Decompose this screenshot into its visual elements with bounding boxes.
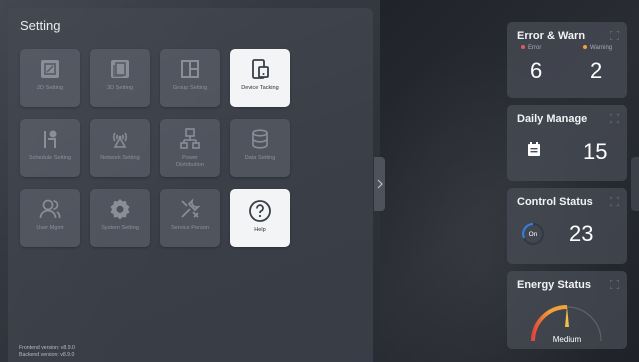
gear-icon: [110, 199, 130, 220]
warning-dot: [583, 45, 587, 50]
warning-label: Warning: [590, 45, 613, 51]
tile-group-setting[interactable]: Group Setting: [160, 49, 220, 107]
card-daily-manage[interactable]: Daily Manage 15: [507, 105, 627, 181]
calendar-icon: [528, 142, 540, 156]
card-title: Energy Status: [517, 279, 591, 291]
card-error-warn[interactable]: Error & Warn Error Warning 6 2: [507, 22, 627, 98]
2d-setting-icon: [41, 60, 59, 78]
settings-panel: Setting 2D Setting 3D Setting Group Sett…: [8, 8, 373, 362]
tile-3d-setting[interactable]: 3D Setting: [90, 49, 150, 107]
card-control-status[interactable]: Control Status On 23: [507, 188, 627, 264]
error-label: Error: [528, 45, 542, 51]
expand-icon[interactable]: [610, 280, 619, 289]
tile-help[interactable]: Help: [230, 189, 290, 247]
tile-label: Service Person: [171, 225, 209, 231]
panel-title: Setting: [20, 18, 61, 33]
on-label: On: [528, 231, 538, 238]
error-count: 6: [530, 58, 543, 83]
card-energy-status[interactable]: Energy Status Medium: [507, 271, 627, 349]
collapse-handle-right[interactable]: [631, 157, 639, 211]
tile-label: Schedule Setting: [28, 155, 72, 161]
tile-label: Network Setting: [100, 155, 140, 161]
error-dot: [521, 45, 525, 50]
data-setting-icon: [252, 129, 268, 149]
tile-user-mgmt[interactable]: User Mgmt: [20, 189, 80, 247]
error-legend: Error: [521, 45, 541, 51]
user-icon: [39, 199, 61, 219]
card-title: Daily Manage: [517, 113, 588, 125]
tile-label: Group Setting: [172, 85, 208, 91]
schedule-setting-icon: [44, 130, 57, 148]
3d-setting-icon: [111, 60, 129, 78]
power-distribution-icon: [180, 128, 200, 149]
tile-network-setting[interactable]: Network Setting: [90, 119, 150, 177]
control-count: 23: [569, 221, 594, 246]
frontend-version: Frontend version: v8.9.0: [19, 345, 75, 351]
tile-label: Device Tacking: [241, 85, 279, 91]
warning-count: 2: [590, 58, 603, 83]
tile-label: Data Setting: [244, 155, 276, 161]
tile-2d-setting[interactable]: 2D Setting: [20, 49, 80, 107]
daily-count: 15: [583, 139, 608, 164]
card-title: Error & Warn: [517, 30, 586, 42]
network-setting-icon: [112, 132, 128, 148]
warning-legend: Warning: [583, 45, 612, 51]
tile-device-tracking[interactable]: Device Tacking: [230, 49, 290, 107]
backend-version: Backend version: v8.9.0: [19, 351, 75, 358]
tile-label: 2D Setting: [36, 85, 64, 91]
device-tracking-icon: [252, 59, 269, 79]
tile-system-setting[interactable]: System Setting: [90, 189, 150, 247]
tile-label: Power Distribution: [176, 155, 204, 168]
tile-service-person[interactable]: Service Person: [160, 189, 220, 247]
tile-label: 3D Setting: [106, 85, 134, 91]
collapse-handle-left[interactable]: [374, 157, 385, 211]
energy-level-label: Medium: [552, 335, 582, 344]
tile-label: User Mgmt: [36, 225, 64, 231]
tile-data-setting[interactable]: Data Setting: [230, 119, 290, 177]
tile-label: System Setting: [101, 225, 139, 231]
tile-label: Help: [254, 227, 266, 233]
expand-icon[interactable]: [610, 31, 619, 40]
tools-icon: [181, 198, 201, 218]
card-title: Control Status: [517, 196, 593, 208]
tile-power-distribution[interactable]: Power Distribution: [160, 119, 220, 177]
group-setting-icon: [181, 60, 199, 78]
version-info: Frontend version: v8.9.0 Backend version…: [19, 345, 75, 358]
tile-schedule-setting[interactable]: Schedule Setting: [20, 119, 80, 177]
help-icon: [249, 200, 271, 222]
expand-icon[interactable]: [610, 197, 619, 206]
chevron-right-icon: [377, 179, 383, 189]
expand-icon[interactable]: [610, 114, 619, 123]
